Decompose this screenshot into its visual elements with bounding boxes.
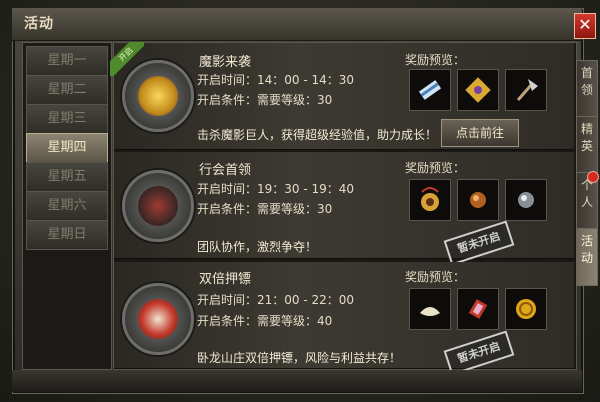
tab-boss[interactable]: 首领 bbox=[576, 60, 598, 118]
reward-slot[interactable] bbox=[457, 179, 499, 221]
reward-slot[interactable] bbox=[505, 288, 547, 330]
go-now-button[interactable]: 点击前往 bbox=[441, 119, 519, 147]
open-ribbon: 开启 bbox=[110, 42, 144, 76]
event-time: 开启时间：14：00 - 14：30 bbox=[197, 73, 355, 87]
day-tab-mon[interactable]: 星期一 bbox=[26, 46, 108, 76]
title-bar bbox=[12, 8, 582, 41]
reward-slot[interactable] bbox=[505, 69, 547, 111]
reward-slot[interactable] bbox=[457, 69, 499, 111]
reward-slot[interactable] bbox=[409, 179, 451, 221]
reward-label: 奖励预览： bbox=[405, 270, 466, 284]
event-condition: 开启条件：需要等级：40 bbox=[197, 314, 333, 328]
day-tab-wed[interactable]: 星期三 bbox=[26, 104, 108, 134]
game-screen: { "window": {"title": "活动", "close_label… bbox=[0, 0, 600, 402]
event-description: 卧龙山庄双倍押镖，风险与利益共存！ bbox=[197, 351, 402, 365]
guild-boss-emblem-icon bbox=[122, 170, 194, 242]
event-time: 开启时间：21：00 - 22：00 bbox=[197, 293, 355, 307]
day-tab-fri[interactable]: 星期五 bbox=[26, 162, 108, 192]
day-tab-thu[interactable]: 星期四 bbox=[26, 133, 108, 163]
dragon-emblem-icon bbox=[122, 283, 194, 355]
event-description: 击杀魔影巨人，获得超级经验值，助力成长！ bbox=[197, 128, 438, 142]
reward-label: 奖励预览： bbox=[405, 161, 466, 175]
red-gem-icon bbox=[468, 299, 488, 319]
window-title: 活动 bbox=[24, 16, 54, 32]
silver-orb-icon bbox=[518, 192, 534, 208]
day-tab-sun[interactable]: 星期日 bbox=[26, 220, 108, 250]
silver-ingot-icon bbox=[420, 307, 440, 316]
day-tab-tue[interactable]: 星期二 bbox=[26, 75, 108, 105]
day-tab-sat[interactable]: 星期六 bbox=[26, 191, 108, 221]
scroll-icon bbox=[418, 80, 442, 100]
golden-gourd-icon bbox=[421, 187, 439, 211]
copper-orb-icon bbox=[470, 192, 486, 208]
close-button[interactable]: ✕ bbox=[574, 13, 596, 39]
reward-label: 奖励预览： bbox=[405, 53, 466, 67]
gold-ornament-icon bbox=[465, 77, 491, 103]
notification-dot bbox=[587, 171, 599, 183]
bottom-frame bbox=[12, 370, 582, 392]
tab-elite[interactable]: 精英 bbox=[576, 116, 598, 174]
event-description: 团队协作，激烈争夺！ bbox=[197, 240, 318, 254]
reward-slot[interactable] bbox=[457, 288, 499, 330]
tab-activity[interactable]: 活动 bbox=[576, 228, 598, 286]
event-title: 双倍押镖 bbox=[199, 272, 252, 287]
event-title: 行会首领 bbox=[199, 163, 252, 178]
reward-slot[interactable] bbox=[409, 69, 451, 111]
axe-icon bbox=[516, 79, 538, 101]
event-condition: 开启条件：需要等级：30 bbox=[197, 93, 333, 107]
gold-coin-icon bbox=[516, 299, 536, 319]
reward-slot[interactable] bbox=[505, 179, 547, 221]
event-condition: 开启条件：需要等级：30 bbox=[197, 202, 333, 216]
event-title: 魔影来袭 bbox=[199, 55, 252, 70]
event-time: 开启时间：19：30 - 19：40 bbox=[197, 182, 355, 196]
reward-slot[interactable] bbox=[409, 288, 451, 330]
